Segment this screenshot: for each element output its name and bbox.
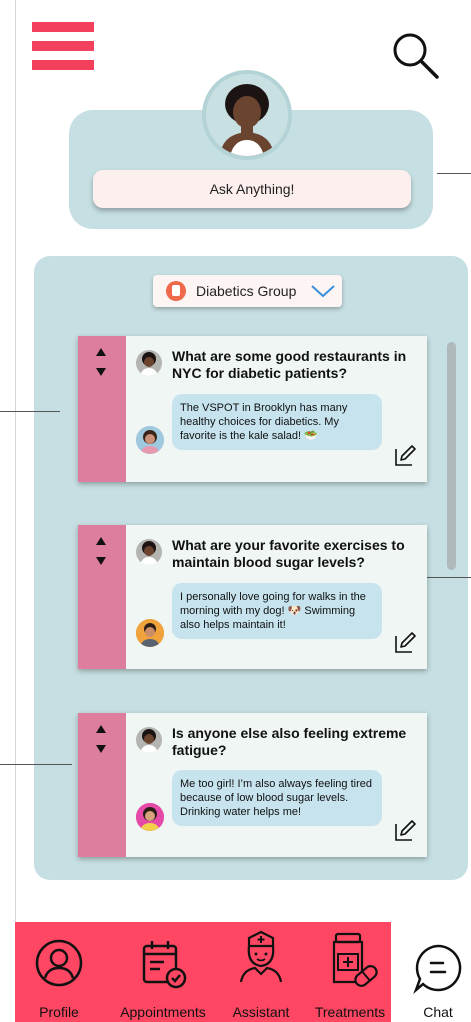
connector-line bbox=[437, 173, 471, 174]
ask-anything-button[interactable]: Ask Anything! bbox=[93, 170, 411, 208]
post-card[interactable]: Is anyone else also feeling extreme fati… bbox=[78, 713, 427, 857]
group-selector[interactable]: Diabetics Group bbox=[153, 275, 342, 307]
asker-avatar bbox=[136, 539, 162, 565]
answerer-avatar bbox=[136, 619, 164, 647]
edit-icon[interactable] bbox=[393, 819, 417, 843]
user-avatar[interactable] bbox=[202, 70, 292, 160]
post-answer: Me too girl! I’m also always feeling tir… bbox=[172, 770, 382, 826]
nurse-icon bbox=[239, 930, 283, 983]
nav-label: Profile bbox=[39, 1004, 79, 1020]
group-label: Diabetics Group bbox=[196, 283, 297, 299]
downvote-icon[interactable] bbox=[96, 745, 106, 753]
post-card[interactable]: What are some good restaurants in NYC fo… bbox=[78, 336, 427, 482]
profile-icon bbox=[35, 939, 83, 987]
chat-bubble-icon bbox=[413, 944, 462, 994]
upvote-icon[interactable] bbox=[96, 725, 106, 733]
hamburger-menu-icon[interactable] bbox=[32, 22, 94, 70]
nav-label: Treatments bbox=[314, 1004, 386, 1020]
chevron-down-icon bbox=[311, 285, 336, 298]
nav-label: Assistant bbox=[232, 1004, 290, 1020]
upvote-icon[interactable] bbox=[96, 348, 106, 356]
answerer-avatar bbox=[136, 803, 164, 831]
nav-treatments[interactable]: Treatments bbox=[308, 922, 392, 1022]
nav-appointments[interactable]: Appointments bbox=[110, 922, 216, 1022]
scrollbar[interactable] bbox=[447, 342, 456, 570]
downvote-icon[interactable] bbox=[96, 557, 106, 565]
post-answer: The VSPOT in Brooklyn has many healthy c… bbox=[172, 394, 382, 450]
post-answer: I personally love going for walks in the… bbox=[172, 583, 382, 639]
vote-bar bbox=[78, 713, 126, 857]
edit-icon[interactable] bbox=[393, 631, 417, 655]
answerer-avatar bbox=[136, 426, 164, 454]
medicine-bottle-icon bbox=[166, 281, 186, 301]
nav-label: Chat bbox=[423, 1004, 453, 1020]
post-card[interactable]: What are your favorite exercises to main… bbox=[78, 525, 427, 669]
nav-label: Appointments bbox=[120, 1004, 206, 1020]
search-icon[interactable] bbox=[390, 30, 442, 82]
pill-bottle-icon bbox=[332, 932, 378, 987]
connector-line bbox=[0, 764, 72, 765]
nav-assistant[interactable]: Assistant bbox=[224, 922, 298, 1022]
vote-bar bbox=[78, 525, 126, 669]
connector-line bbox=[0, 411, 60, 412]
left-border bbox=[15, 0, 16, 1022]
vote-bar bbox=[78, 336, 126, 482]
downvote-icon[interactable] bbox=[96, 368, 106, 376]
asker-avatar bbox=[136, 727, 162, 753]
post-question: What are some good restaurants in NYC fo… bbox=[172, 348, 407, 381]
upvote-icon[interactable] bbox=[96, 537, 106, 545]
nav-profile[interactable]: Profile bbox=[20, 922, 98, 1022]
calendar-check-icon bbox=[142, 941, 187, 989]
nav-chat[interactable]: Chat bbox=[402, 922, 471, 1022]
edit-icon[interactable] bbox=[393, 444, 417, 468]
post-question: What are your favorite exercises to main… bbox=[172, 537, 405, 570]
post-question: Is anyone else also feeling extreme fati… bbox=[172, 725, 407, 758]
asker-avatar bbox=[136, 350, 162, 376]
